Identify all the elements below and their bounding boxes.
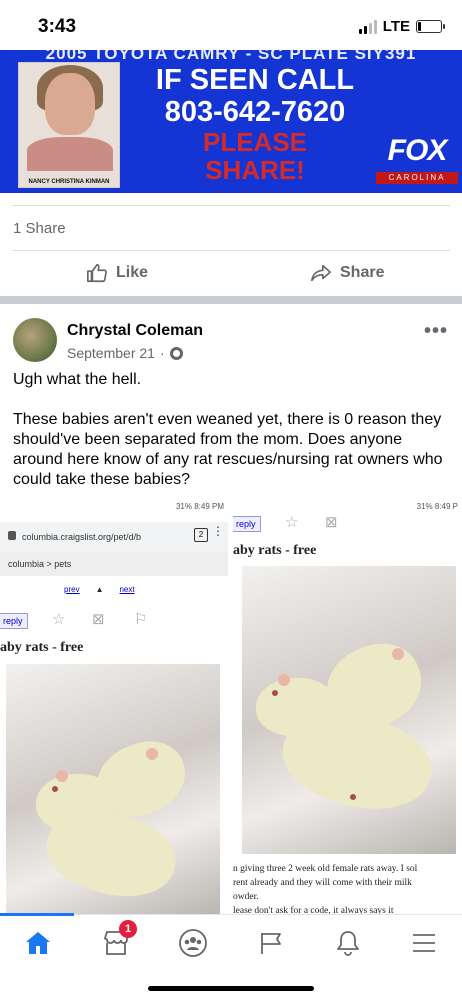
post-text-para2: These babies aren't even weaned yet, the… <box>13 411 443 488</box>
browser-url: columbia.craigslist.org/pet/d/b <box>22 532 142 542</box>
marketplace-badge: 1 <box>119 920 137 938</box>
post-date-text: September 21 <box>67 345 155 361</box>
desc-line3: owder. <box>233 892 259 902</box>
breadcrumb: columbia > pets <box>0 552 228 576</box>
reply-button: reply <box>233 516 261 532</box>
star-icon: ☆ <box>52 611 66 628</box>
signal-icon <box>358 19 377 34</box>
home-icon[interactable] <box>13 923 63 963</box>
thumbs-up-icon <box>87 263 107 283</box>
star-icon: ☆ <box>285 514 299 531</box>
post-body: Ugh what the hell. These babies aren't e… <box>13 370 453 510</box>
rat-photo <box>6 664 220 914</box>
avatar[interactable] <box>13 318 57 362</box>
share-arrow-icon <box>311 264 331 282</box>
home-indicator <box>148 986 314 991</box>
like-button[interactable]: Like <box>86 262 148 284</box>
hide-icon: ⊠ <box>92 611 105 628</box>
divider <box>12 250 450 251</box>
fox-logo-sub: CAROLINA <box>376 172 458 184</box>
attached-screenshot-right[interactable]: 31% 8:49 P reply ☆ ⊠ aby rats - free n g… <box>233 500 462 914</box>
post-text-line1: Ugh what the hell. <box>13 371 142 388</box>
next-link: next <box>119 585 135 594</box>
mugshot-name: NANCY CHRISTINA KINMAN <box>19 179 119 185</box>
active-tab-indicator <box>0 913 74 916</box>
hide-icon: ⊠ <box>325 514 338 531</box>
fox-carolina-logo: FOX CAROLINA <box>376 134 458 184</box>
rat-photo <box>242 566 456 854</box>
mini-status-bar: 31% 8:49 P <box>416 502 458 511</box>
status-indicators: LTE <box>358 18 445 35</box>
desc-line1: n giving three 2 week old female rats aw… <box>233 864 418 874</box>
browser-url-bar: columbia.craigslist.org/pet/d/b 2 ⋮ <box>0 522 228 552</box>
divider <box>12 205 450 206</box>
post-date[interactable]: September 21 · <box>67 345 183 361</box>
battery-icon <box>416 20 445 33</box>
lock-icon <box>8 531 16 540</box>
pages-icon[interactable] <box>246 923 296 963</box>
more-horizontal-icon[interactable]: ••• <box>424 320 448 343</box>
notifications-icon[interactable] <box>323 923 373 963</box>
listing-title: aby rats - free <box>233 543 317 558</box>
banner-please: PLEASE SHARE! <box>130 128 380 184</box>
prev-link: prev <box>64 585 80 594</box>
reply-button: reply <box>0 613 28 629</box>
banner-line4: SHARE! <box>205 155 305 185</box>
tab-count-icon: 2 <box>194 528 208 542</box>
prev-next-links: prev ▲ next <box>64 585 135 594</box>
mugshot-photo: NANCY CHRISTINA KINMAN <box>18 62 120 188</box>
banner-line1: IF SEEN CALL <box>155 64 355 96</box>
share-button[interactable]: Share <box>310 262 384 284</box>
share-count[interactable]: 1 Share <box>13 220 66 237</box>
mini-status-bar: 31% 8:49 PM <box>175 502 224 511</box>
status-time: 3:43 <box>38 16 77 37</box>
kebab-menu-icon: ⋮ <box>212 524 224 538</box>
listing-description: n giving three 2 week old female rats aw… <box>233 862 462 914</box>
post-author[interactable]: Chrystal Coleman <box>67 322 203 340</box>
menu-icon[interactable] <box>399 923 449 963</box>
attached-screenshot-left[interactable]: 31% 8:49 PM columbia.craigslist.org/pet/… <box>0 500 230 914</box>
up-arrow-icon: ▲ <box>95 585 104 594</box>
like-label: Like <box>116 264 149 281</box>
date-separator: · <box>159 345 165 361</box>
network-label: LTE <box>382 18 410 35</box>
fox-logo-word: FOX <box>387 134 448 167</box>
desc-line4: lease don't ask for a code, it always sa… <box>233 906 394 914</box>
globe-icon <box>169 346 183 360</box>
desc-line2: rent already and they will come with the… <box>233 878 412 888</box>
feed-separator <box>0 296 462 304</box>
banner-line3: PLEASE <box>202 127 308 157</box>
share-label: Share <box>340 264 385 281</box>
listing-title: aby rats - free <box>0 640 84 655</box>
banner-phone: 803-642-7620 <box>164 96 346 128</box>
status-bar: 3:43 LTE <box>0 0 462 50</box>
groups-icon[interactable] <box>168 923 218 963</box>
flag-icon: ⚐ <box>134 611 148 628</box>
shared-news-image[interactable]: 2005 TOYOTA CAMRY - SC PLATE SIY391 NANC… <box>0 50 462 193</box>
marketplace-icon[interactable]: 1 <box>91 920 141 963</box>
